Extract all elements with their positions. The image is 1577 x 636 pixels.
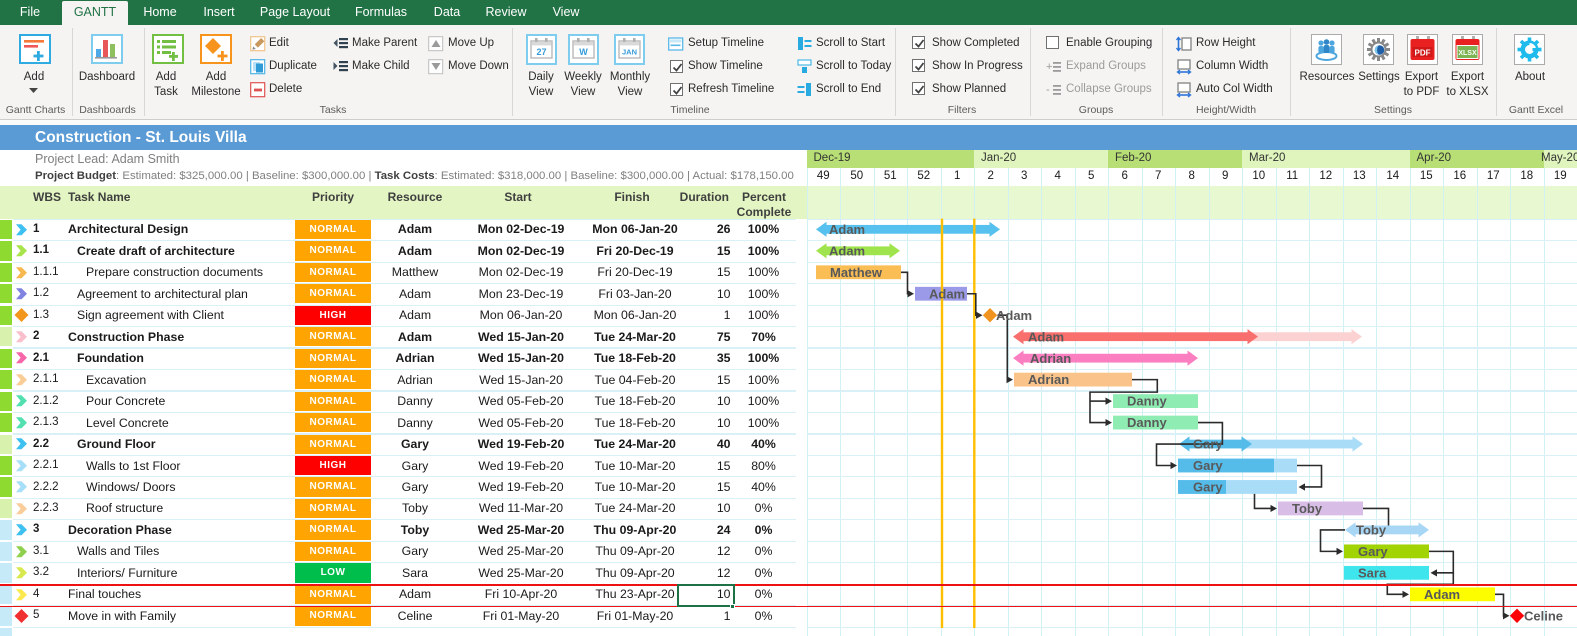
svg-text:Toby: Toby [1356, 523, 1387, 538]
svg-text:Gary: Gary [1358, 544, 1388, 559]
svg-text:Adam: Adam [929, 286, 965, 301]
svg-text:Adrian: Adrian [1030, 351, 1071, 366]
svg-text:Adrian: Adrian [1028, 372, 1069, 387]
svg-text:Adam: Adam [1028, 329, 1064, 344]
svg-text:Gary: Gary [1193, 480, 1223, 495]
svg-text:Danny: Danny [1127, 394, 1168, 409]
svg-text:Adam: Adam [996, 308, 1032, 323]
svg-text:Adam: Adam [1424, 587, 1460, 602]
svg-text:Adam: Adam [829, 222, 865, 237]
svg-text:Adam: Adam [829, 243, 865, 258]
svg-text:Gary: Gary [1193, 458, 1223, 473]
svg-text:Toby: Toby [1292, 501, 1323, 516]
svg-text:Celine: Celine [1524, 608, 1563, 623]
svg-text:Sara: Sara [1358, 565, 1387, 580]
svg-text:Gary: Gary [1193, 437, 1223, 452]
svg-text:Matthew: Matthew [830, 265, 883, 280]
svg-text:Danny: Danny [1127, 415, 1168, 430]
